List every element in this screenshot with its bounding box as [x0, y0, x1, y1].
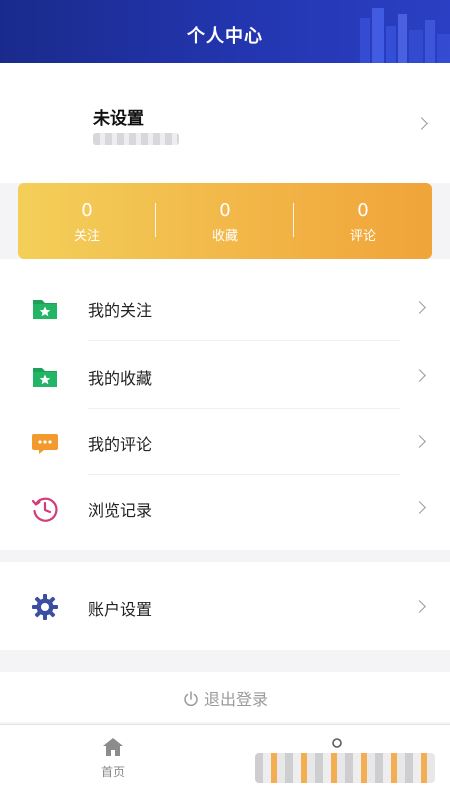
menu-item-label: 浏览记录: [88, 501, 153, 520]
stat-label: 收藏: [211, 229, 238, 244]
chevron-right-icon: [413, 600, 426, 613]
folder-star-icon: [33, 368, 57, 387]
home-icon: [103, 738, 123, 756]
menu-item-my-comments[interactable]: 我的评论: [0, 409, 450, 475]
chevron-right-icon: [413, 301, 426, 314]
chevron-right-icon: [415, 117, 428, 130]
menu-item-label: 我的关注: [88, 301, 153, 320]
history-clock-icon: [31, 497, 58, 522]
stat-comments[interactable]: 0 评论: [294, 183, 432, 259]
folder-star-icon: [33, 300, 57, 319]
city-skyline-graphic: [360, 8, 450, 63]
menu-item-my-favorites[interactable]: 我的收藏: [0, 343, 450, 409]
top-header: 个人中心: [0, 0, 450, 63]
stat-value: 0: [357, 200, 369, 221]
power-icon: [184, 691, 198, 707]
stat-label: 关注: [73, 229, 100, 244]
stat-favorites[interactable]: 0 收藏: [156, 183, 294, 259]
menu-item-browse-history[interactable]: 浏览记录: [0, 475, 450, 541]
chevron-right-icon: [413, 369, 426, 382]
account-settings-row[interactable]: 账户设置: [0, 562, 450, 650]
account-settings-label: 账户设置: [88, 600, 153, 619]
menu-list: 我的关注 我的收藏 我的评论 浏览记录: [0, 259, 450, 550]
chevron-right-icon: [413, 435, 426, 448]
tab-home[interactable]: 首页: [83, 735, 143, 780]
menu-item-label: 我的评论: [88, 435, 153, 454]
logout-label: 退出登录: [203, 690, 268, 709]
comment-icon: [32, 434, 58, 454]
profile-card[interactable]: 未设置: [0, 63, 450, 183]
logout-content: 退出登录: [182, 686, 268, 710]
user-subtitle-blurred: [93, 133, 179, 145]
bottom-tab-bar: 首页: [0, 724, 450, 800]
menu-item-my-follows[interactable]: 我的关注: [0, 275, 450, 341]
stats-card: 0 关注 0 收藏 0 评论: [18, 183, 432, 259]
stat-label: 评论: [349, 229, 376, 244]
stat-follow[interactable]: 0 关注: [18, 183, 156, 259]
chevron-right-icon: [413, 501, 426, 514]
user-name: 未设置: [93, 109, 144, 129]
menu-item-label: 我的收藏: [88, 369, 153, 388]
tab-label: 首页: [100, 765, 125, 779]
section-gap: [0, 550, 450, 562]
gear-icon: [32, 594, 58, 620]
stat-value: 0: [219, 200, 231, 221]
divider: [88, 340, 400, 341]
stat-value: 0: [81, 200, 93, 221]
logout-button[interactable]: 退出登录: [0, 672, 450, 722]
blurred-overlay: [255, 753, 435, 783]
